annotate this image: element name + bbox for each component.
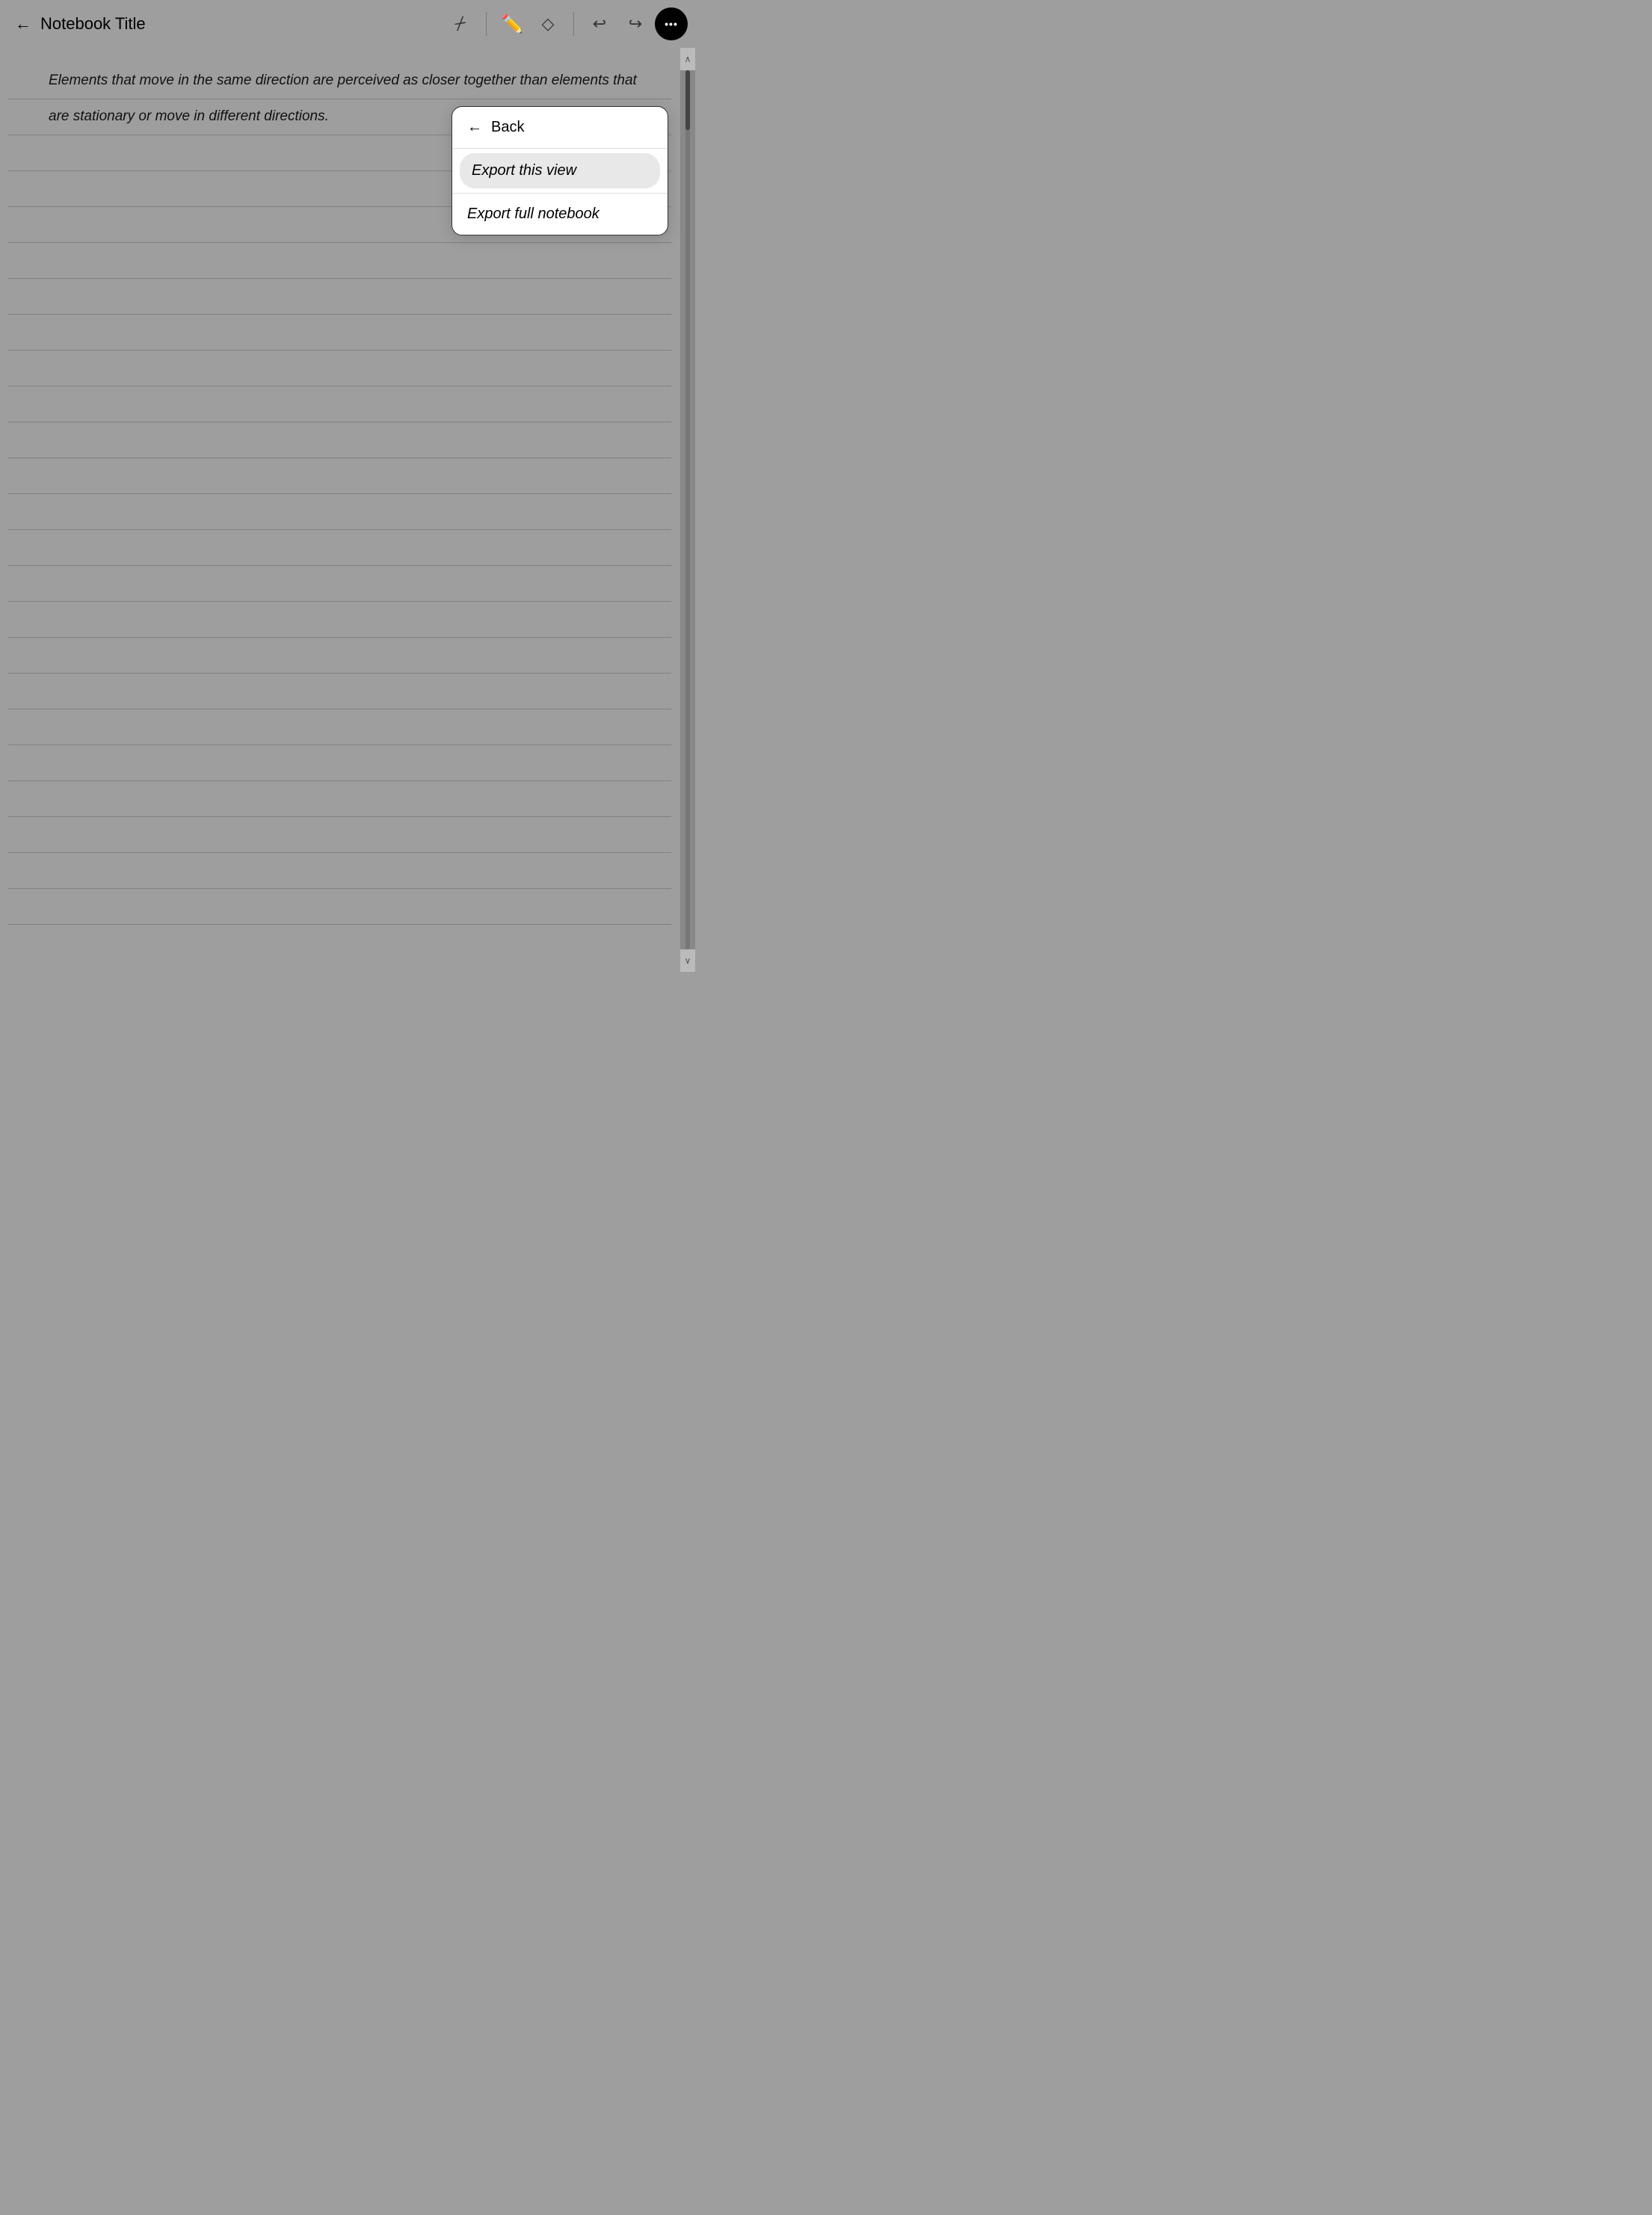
undo-icon: ↩ <box>593 14 606 34</box>
rule-line <box>7 278 671 279</box>
rule-line <box>7 852 671 853</box>
toolbar-divider-1 <box>486 12 487 36</box>
rule-line <box>7 601 671 602</box>
back-arrow-icon: ← <box>15 14 31 34</box>
scroll-up-button[interactable]: ∧ <box>680 48 695 70</box>
export-notebook-label: Export full notebook <box>467 206 600 222</box>
dropdown-back-label: Back <box>491 119 524 136</box>
scroll-down-button[interactable]: ∨ <box>680 949 695 972</box>
scroll-up-icon: ∧ <box>685 54 691 64</box>
rule-line <box>7 493 671 494</box>
lasso-tool-button[interactable]: ⌿ <box>444 7 477 40</box>
rule-line <box>7 673 671 674</box>
toolbar-center: ⌿ ✏️ ◇ ↩ ↪ ••• <box>444 7 688 40</box>
rule-line <box>7 637 671 638</box>
eraser-icon: ◇ <box>542 14 555 34</box>
rule-line <box>7 565 671 566</box>
eraser-tool-button[interactable]: ◇ <box>531 7 564 40</box>
rule-line <box>7 888 671 889</box>
rule-line <box>7 350 671 351</box>
scrollbar: ∧ ∨ <box>680 48 695 972</box>
scroll-down-icon: ∨ <box>685 955 691 966</box>
back-button[interactable]: ← <box>15 14 31 34</box>
notebook-title: Notebook Title <box>40 14 146 34</box>
undo-button[interactable]: ↩ <box>583 7 616 40</box>
toolbar: ← Notebook Title ⌿ ✏️ ◇ ↩ ↪ ••• <box>0 0 703 48</box>
scroll-thumb[interactable] <box>685 70 690 130</box>
dropdown-back-button[interactable]: ← Back <box>452 107 668 149</box>
dropdown-back-arrow-icon: ← <box>467 119 482 136</box>
notebook-area: Elements that move in the same direction… <box>7 48 695 972</box>
export-view-label: Export this view <box>472 162 576 179</box>
rule-line <box>7 924 671 925</box>
rule-line <box>7 780 671 781</box>
more-icon: ••• <box>665 18 678 30</box>
rule-line <box>7 314 671 315</box>
lasso-icon: ⌿ <box>453 11 469 37</box>
pen-icon: ✏️ <box>501 13 523 35</box>
rule-line <box>7 529 671 530</box>
rule-line <box>7 242 671 243</box>
dropdown-arrow-inner <box>623 106 637 108</box>
redo-icon: ↪ <box>629 14 642 34</box>
redo-button[interactable]: ↪ <box>619 7 652 40</box>
export-notebook-button[interactable]: Export full notebook <box>452 194 668 235</box>
scroll-track <box>685 70 690 949</box>
dropdown-menu: ← Back Export this view Export full note… <box>451 106 668 235</box>
more-options-button[interactable]: ••• <box>655 7 688 40</box>
toolbar-divider-2 <box>573 12 574 36</box>
pen-tool-button[interactable]: ✏️ <box>496 7 528 40</box>
export-view-button[interactable]: Export this view <box>460 153 660 188</box>
toolbar-left: ← Notebook Title <box>15 14 444 34</box>
rule-line <box>7 816 671 817</box>
